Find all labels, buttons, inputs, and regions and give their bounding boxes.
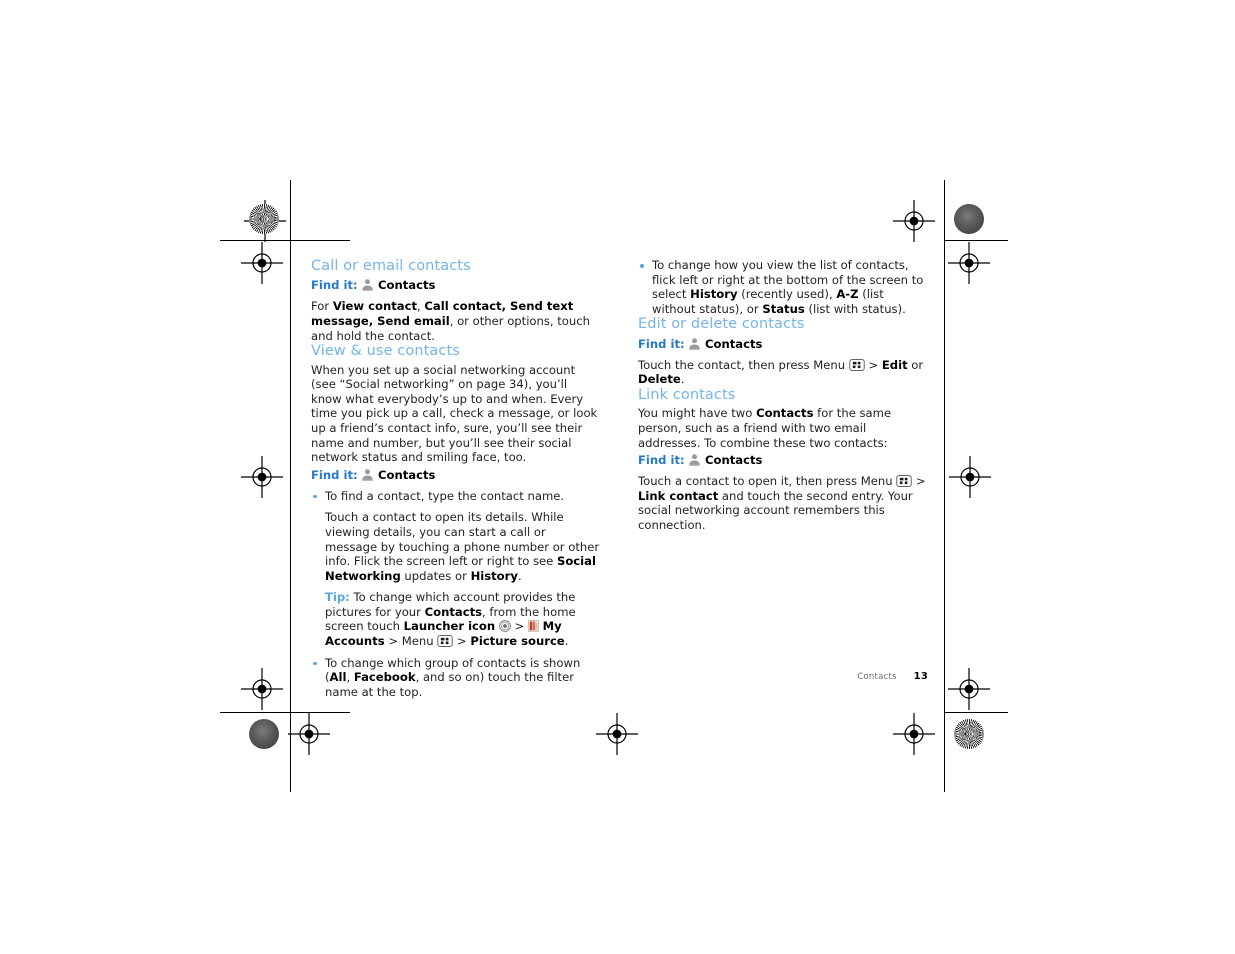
paragraph-tip-picture-source: Tip: To change which account provides th…: [325, 590, 576, 649]
menu-key-icon: [849, 358, 865, 371]
term-picture-source: Picture source: [470, 634, 565, 649]
term-all: All: [329, 670, 347, 685]
registration-mark-bottom-left: [287, 712, 331, 756]
term-contacts: Contacts: [756, 406, 814, 421]
term-delete: Delete: [638, 372, 681, 387]
term-view-contact: View contact: [332, 299, 418, 314]
find-it-line-view-use: Find it: Contacts: [311, 468, 601, 483]
density-patch-bottom-right: [954, 719, 984, 749]
term-facebook: Facebook: [353, 670, 416, 685]
registration-mark-bottom-center: [595, 712, 639, 756]
list-item: To find a contact, type the contact name…: [311, 489, 601, 649]
find-it-target: Contacts: [378, 278, 436, 293]
contacts-person-icon: [361, 278, 374, 291]
tip-label: Tip:: [325, 590, 350, 605]
paragraph-link-contacts-body: Touch a contact to open it, then press M…: [638, 474, 926, 532]
registration-mark-mid-right: [948, 455, 992, 499]
view-use-contacts-bullet-list: To find a contact, type the contact name…: [311, 489, 601, 700]
list-item: To change how you view the list of conta…: [638, 258, 928, 316]
bullet-text-change-group: To change which group of contacts is sho…: [325, 655, 581, 699]
manual-page: Call or email contacts Find it: Contacts…: [0, 0, 1235, 954]
find-it-label: Find it:: [311, 278, 358, 293]
paragraph-view-use-intro: When you set up a social networking acco…: [311, 362, 598, 465]
term-edit: Edit: [881, 357, 908, 372]
registration-mark-bottom-right-inner: [947, 667, 991, 711]
my-accounts-icon: [528, 620, 539, 633]
registration-mark-top-right: [892, 199, 936, 243]
find-it-label: Find it:: [311, 467, 358, 482]
menu-key-icon: [437, 635, 453, 647]
heading-call-or-email-contacts: Call or email contacts: [311, 258, 471, 274]
term-history: History: [690, 287, 738, 302]
find-it-target: Contacts: [378, 467, 436, 482]
launcher-icon: [498, 620, 511, 633]
registration-mark-bottom-right: [892, 712, 936, 756]
list-item: To change which group of contacts is sho…: [311, 656, 601, 700]
paragraph-edit-delete-body: Touch the contact, then press Menu > Edi…: [638, 357, 924, 387]
trim-line-left-vertical: [290, 180, 291, 792]
term-status: Status: [762, 301, 805, 316]
view-mode-bullet-list: To change how you view the list of conta…: [638, 258, 928, 316]
trim-line-bottom-right-horizontal: [944, 712, 1008, 713]
contacts-person-icon: [361, 468, 374, 481]
registration-mark-top-left-inner: [240, 241, 284, 285]
bullet-text-change-view: To change how you view the list of conta…: [652, 258, 924, 316]
find-it-label: Find it:: [638, 453, 685, 468]
term-contacts: Contacts: [424, 604, 483, 619]
density-patch-top-right: [954, 204, 984, 234]
heading-link-contacts: Link contacts: [638, 386, 736, 403]
term-history: History: [470, 568, 518, 583]
find-it-line-call-email: Find it: Contacts: [311, 278, 601, 293]
paragraph-link-contacts-intro: You might have two Contacts for the same…: [638, 406, 892, 450]
paragraph-call-email-body: For View contact, Call contact, Send tex…: [311, 299, 590, 343]
page-footer: Contacts 13: [638, 671, 928, 682]
right-text-column: To change how you view the list of conta…: [638, 258, 928, 533]
term-a-z: A-Z: [836, 287, 859, 302]
paragraph-touch-contact-details: Touch a contact to open its details. Whi…: [325, 510, 600, 583]
registration-mark-bottom-left-inner: [240, 667, 284, 711]
menu-key-icon: [896, 475, 912, 488]
heading-view-and-use-contacts: View & use contacts: [311, 343, 460, 360]
registration-mark-top-left: [243, 199, 287, 243]
registration-mark-top-right-inner: [947, 241, 991, 285]
footer-section-label: Contacts: [857, 672, 897, 682]
density-patch-top-left: [249, 204, 279, 234]
find-it-line-link-contacts: Find it: Contacts: [638, 453, 928, 468]
find-it-target: Contacts: [705, 453, 763, 468]
trim-line-right-vertical: [944, 180, 945, 792]
page-number: 13: [913, 671, 928, 682]
find-it-target: Contacts: [705, 336, 763, 351]
contacts-person-icon: [688, 453, 701, 466]
trim-line-top-left-horizontal: [220, 240, 350, 241]
registration-mark-mid-left: [240, 455, 284, 499]
heading-edit-or-delete-contacts: Edit or delete contacts: [638, 316, 805, 333]
contacts-person-icon: [688, 337, 701, 350]
density-patch-bottom-left: [249, 719, 279, 749]
trim-line-bottom-left-horizontal: [220, 712, 350, 713]
term-link-contact: Link contact: [638, 488, 719, 503]
term-launcher-icon: Launcher icon: [403, 619, 496, 634]
find-it-label: Find it:: [638, 336, 685, 351]
left-text-column: Call or email contacts Find it: Contacts…: [311, 258, 601, 699]
term-social-networking: Social Networking: [325, 554, 596, 583]
bullet-text-find-contact: To find a contact, type the contact name…: [325, 488, 565, 503]
find-it-line-edit-delete: Find it: Contacts: [638, 337, 928, 352]
trim-line-top-right-horizontal: [944, 240, 1008, 241]
